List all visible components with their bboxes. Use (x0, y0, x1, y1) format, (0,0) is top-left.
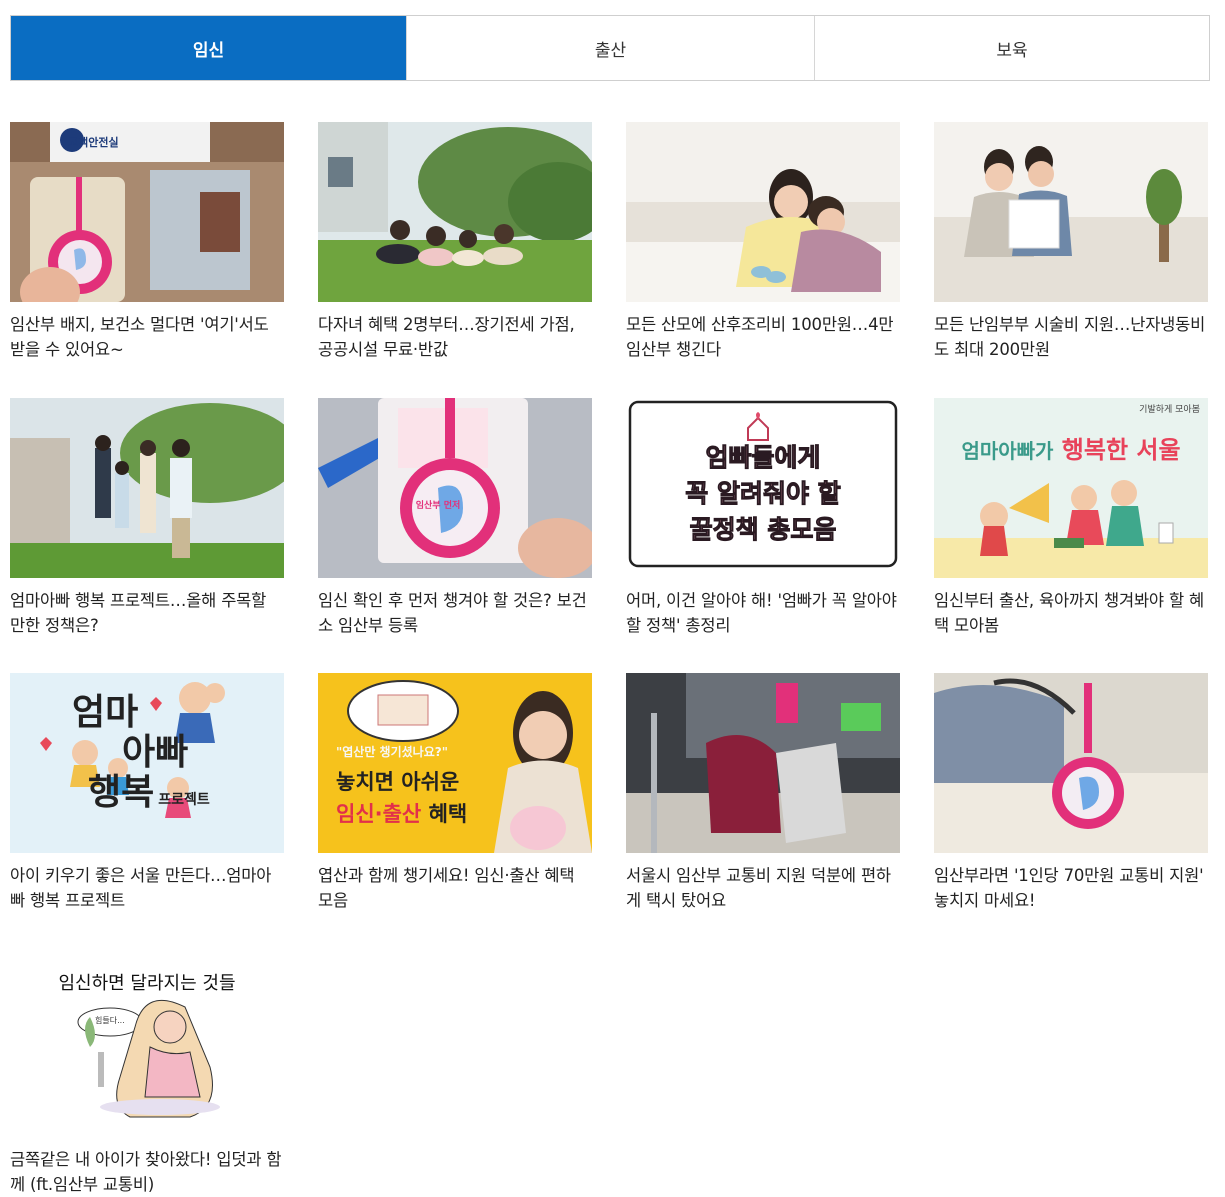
badge-text: 임산부 먼저 (415, 501, 461, 511)
image-line: 엄마 (72, 692, 139, 733)
article-card[interactable]: 서울시 임산부 교통비 지원 덕분에 편하게 택시 탔어요 (626, 673, 900, 913)
article-title: 임산부 배지, 보건소 멀다면 '여기'서도 받을 수 있어요~ (10, 315, 269, 359)
image-line: 아빠 (122, 732, 189, 773)
article-thumbnail (626, 122, 900, 302)
article-thumbnail (934, 673, 1208, 853)
image-line: 엄마아빠가 (961, 439, 1054, 463)
image-line: "엽산만 챙기셨나요?" (336, 745, 448, 759)
article-title: 모든 난임부부 시술비 지원…난자냉동비도 최대 200만원 (934, 315, 1206, 359)
article-thumbnail: 임신하면 달라지는 것들 힘들다... (10, 957, 284, 1137)
article-card[interactable]: 임산부라면 '1인당 70만원 교통비 지원' 놓치지 마세요! (934, 673, 1208, 913)
article-card[interactable]: 모든 난임부부 시술비 지원…난자냉동비도 최대 200만원 (934, 122, 1208, 362)
article-card[interactable]: 기발하게 모아봄 엄마아빠가 행복한 서울 임신부터 출산, 육아까지 챙겨봐야… (934, 398, 1208, 638)
article-thumbnail (318, 122, 592, 302)
article-thumbnail: 엄마 아빠 행복 프로젝트 (10, 673, 284, 853)
article-title: 임신부터 출산, 육아까지 챙겨봐야 할 혜택 모아봄 (934, 591, 1204, 635)
tab-childbirth[interactable]: 출산 (406, 16, 814, 80)
article-title: 모든 산모에 산후조리비 100만원…4만 임산부 챙긴다 (626, 315, 894, 359)
category-tabs: 임신 출산 보육 (10, 15, 1210, 81)
headline-image-text: "엽산만 챙기셨나요?" 놓치면 아쉬운 임신·출산 혜택 (336, 743, 467, 828)
article-card[interactable]: 엄마 아빠 행복 프로젝트 아이 키우기 좋은 서울 만든다…엄마아빠 행복 프로… (10, 673, 284, 913)
image-line: 엄빠들에게 (705, 443, 821, 473)
article-thumbnail: 기발하게 모아봄 엄마아빠가 행복한 서울 (934, 398, 1208, 578)
headline-image-text: 엄마아빠가 행복한 서울 (934, 430, 1208, 465)
article-card[interactable]: 다자녀 혜택 2명부터…장기전세 가점, 공공시설 무료·반값 (318, 122, 592, 362)
tab-pregnancy[interactable]: 임신 (11, 16, 406, 80)
headline-image-text: 엄마 아빠 행복 프로젝트 (72, 693, 210, 820)
image-line: 놓치면 아쉬운 (336, 770, 460, 794)
headline-image-text: 엄빠들에게 꼭 알려줘야 할 꿀정책 총모음 (626, 440, 900, 548)
article-thumbnail (934, 122, 1208, 302)
article-title: 어머, 이건 알아야 해! '엄빠가 꼭 알아야 할 정책' 총정리 (626, 591, 897, 635)
article-thumbnail: 엄빠들에게 꼭 알려줘야 할 꿀정책 총모음 (626, 398, 900, 578)
tab-childcare[interactable]: 보육 (814, 16, 1209, 80)
article-card[interactable]: 모든 산모에 산후조리비 100만원…4만 임산부 챙긴다 (626, 122, 900, 362)
article-title: 임신 확인 후 먼저 챙겨야 할 것은? 보건소 임산부 등록 (318, 591, 587, 635)
speech-bubble-text: 힘들다... (95, 1016, 125, 1025)
image-sign-text: 고객안전실 (68, 136, 119, 149)
image-line: 행복한 서울 (1061, 436, 1181, 464)
image-line: 꼭 알려줘야 할 (685, 479, 841, 509)
article-thumbnail: "엽산만 챙기셨나요?" 놓치면 아쉬운 임신·출산 혜택 (318, 673, 592, 853)
article-title: 아이 키우기 좋은 서울 만든다…엄마아빠 행복 프로젝트 (10, 866, 272, 910)
article-title: 서울시 임산부 교통비 지원 덕분에 편하게 택시 탔어요 (626, 866, 891, 910)
article-title: 엽산과 함께 챙기세요! 임신·출산 혜택 모음 (318, 866, 575, 910)
image-line: 행복 프로젝트 (88, 772, 210, 813)
article-title: 임산부라면 '1인당 70만원 교통비 지원' 놓치지 마세요! (934, 866, 1204, 910)
article-title: 다자녀 혜택 2명부터…장기전세 가점, 공공시설 무료·반값 (318, 315, 575, 359)
article-card[interactable]: 고객안전실 임산부 배지, 보건소 멀다면 '여기'서도 받을 수 있어요~ (10, 122, 284, 362)
article-thumbnail: 임산부 먼저 (318, 398, 592, 578)
article-thumbnail (10, 398, 284, 578)
brand-tag: 기발하게 모아봄 (1139, 405, 1200, 415)
article-card[interactable]: 엄마아빠 행복 프로젝트…올해 주목할 만한 정책은? (10, 398, 284, 638)
article-card[interactable]: 임신하면 달라지는 것들 힘들다... 금쪽같은 내 아이가 찾아왔다! 입덧과… (10, 957, 284, 1197)
article-thumbnail (626, 673, 900, 853)
article-card[interactable]: 임산부 먼저 임신 확인 후 먼저 챙겨야 할 것은? 보건소 임산부 등록 (318, 398, 592, 638)
article-title: 엄마아빠 행복 프로젝트…올해 주목할 만한 정책은? (10, 591, 267, 635)
article-card[interactable]: "엽산만 챙기셨나요?" 놓치면 아쉬운 임신·출산 혜택 엽산과 함께 챙기세… (318, 673, 592, 913)
article-thumbnail: 고객안전실 (10, 122, 284, 302)
image-line: 임신·출산 혜택 (336, 802, 468, 826)
article-title: 금쪽같은 내 아이가 찾아왔다! 입덧과 함께 (ft.임산부 교통비) (10, 1150, 282, 1194)
image-line: 꿀정책 총모음 (689, 515, 837, 545)
article-card[interactable]: 엄빠들에게 꼭 알려줘야 할 꿀정책 총모음 어머, 이건 알아야 해! '엄빠… (626, 398, 900, 638)
illustration-title: 임신하면 달라지는 것들 (58, 973, 236, 994)
